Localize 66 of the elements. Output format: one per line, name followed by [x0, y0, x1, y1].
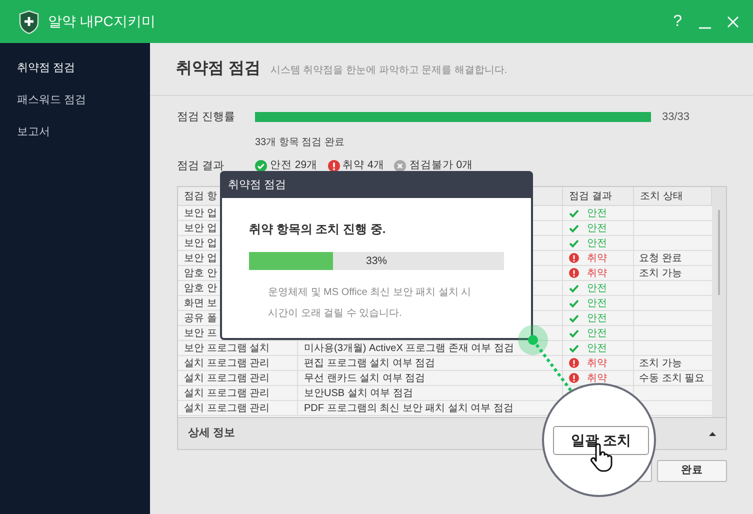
progress-note: 33개 항목 점검 완료 [255, 136, 346, 149]
table-cell-text: PDF 프로그램의 최신 보안 패치 설치 여부 점검 [304, 402, 514, 416]
column-header: 점검 항 [184, 190, 217, 204]
table-cell-text: 보안 업 [184, 222, 217, 236]
table-cell-text: 보안USB 설치 여부 점검 [304, 386, 413, 400]
scrollbar-thumb[interactable] [718, 210, 720, 295]
result-status: 안전 [587, 206, 607, 220]
result-status: 안전 [587, 222, 607, 236]
table-cell-text: 화면 보 [184, 296, 217, 310]
shield-icon [19, 10, 39, 34]
caret-icon [709, 432, 716, 436]
dialog-note: 시간이 오래 걸릴 수 있습니다. [268, 307, 403, 321]
table-cell-text: 암호 안 [184, 266, 217, 280]
table-cell-text: 요청 완료 [639, 252, 682, 266]
page-subtitle: 시스템 취약점을 한눈에 파악하고 문제를 해결합니다. [270, 64, 508, 78]
sidebar-item[interactable]: 패스워드 점검 [0, 92, 150, 109]
sidebar-item[interactable]: 보고서 [0, 124, 150, 141]
alert-icon [569, 373, 579, 383]
table-cell-text: 조치 가능 [639, 266, 682, 280]
column-header: 점검 결과 [569, 190, 612, 204]
done-button[interactable]: 완료 [657, 460, 727, 482]
result-status: 안전 [587, 312, 607, 326]
table-cell-text: 설치 프로그램 관리 [184, 402, 270, 416]
dialog-note: 운영체제 및 MS Office 최신 보안 패치 설치 시 [268, 286, 472, 300]
table-cell-text: 조치 가능 [639, 356, 682, 370]
result-label: 점검 결과 [177, 158, 226, 174]
table-cell-text: 보안 업 [184, 252, 217, 266]
dialog-message: 취약 항목의 조치 진행 중. [249, 221, 387, 238]
table-cell-text: 무선 랜카드 설치 여부 점검 [304, 372, 426, 386]
result-status: 안전 [587, 236, 607, 250]
table-cell-text: 보안 프로그램 설치 [184, 342, 270, 356]
result-status: 안전 [587, 296, 607, 310]
sidebar-item[interactable]: 취약점 점검 [0, 60, 150, 77]
result-count: 취약 4개 [342, 158, 384, 174]
table-cell-text: 설치 프로그램 관리 [184, 386, 270, 400]
result-status: 안전 [587, 342, 607, 356]
table-cell-text: 설치 프로그램 관리 [184, 372, 270, 386]
page-title: 취약점 점검 [176, 59, 260, 79]
result-status: 안전 [587, 282, 607, 296]
column-header: 조치 상태 [640, 190, 683, 204]
table-cell-text: 보안 업 [184, 206, 217, 220]
table-cell-text: 보안 프 [184, 326, 217, 340]
result-count: 안전 29개 [270, 158, 318, 174]
result-status: 안전 [587, 326, 607, 340]
alert-icon [569, 268, 579, 278]
table-cell-text: 공유 폴 [184, 312, 217, 326]
alert-icon [569, 358, 579, 368]
dialog-title: 취약점 점검 [228, 178, 286, 194]
progress-label: 점검 진행률 [177, 110, 236, 125]
table-cell-text: 암호 안 [184, 282, 217, 296]
result-count: 점검불가 0개 [409, 158, 474, 174]
result-status: 취약 [587, 372, 607, 386]
table-cell-text: 수동 조치 필요 [639, 372, 705, 386]
progress-percent: 33% [364, 254, 388, 269]
table-cell-text: 미사용(3개월) ActiveX 프로그램 존재 여부 점검 [304, 342, 514, 356]
progress-count: 33/33 [662, 110, 690, 125]
result-status: 취약 [587, 266, 607, 280]
details-label: 상세 정보 [188, 426, 236, 442]
alert-icon [569, 253, 579, 263]
window-title: 알약 내PC지키미 [48, 12, 156, 31]
table-cell-text: 보안 업 [184, 236, 217, 250]
close-icon[interactable] [727, 16, 739, 28]
table-cell-text: 편집 프로그램 설치 여부 점검 [304, 356, 436, 370]
result-status: 취약 [587, 356, 607, 370]
result-status: 취약 [587, 252, 607, 266]
table-cell-text: 설치 프로그램 관리 [184, 356, 270, 370]
